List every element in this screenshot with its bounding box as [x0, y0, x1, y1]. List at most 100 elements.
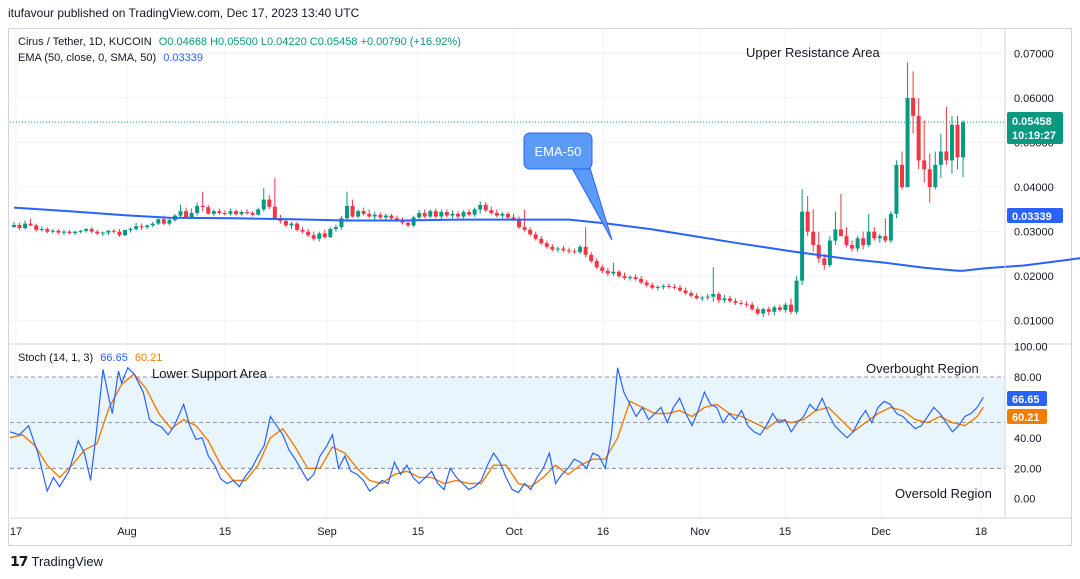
- candle-body: [250, 212, 255, 215]
- legend-stoch-row[interactable]: Stoch (14, 1, 3) 66.65 60.21: [18, 352, 162, 364]
- candle-body: [61, 231, 66, 233]
- stoch-tick-label: 20.00: [1014, 463, 1042, 475]
- price-tick-label: 0.03000: [1014, 227, 1054, 239]
- candle-body: [111, 230, 116, 232]
- price-tick-label: 0.01000: [1014, 316, 1054, 328]
- candle-body: [272, 206, 277, 219]
- candle-body: [411, 217, 416, 226]
- candle-body: [783, 304, 788, 311]
- candle-body: [650, 285, 655, 288]
- price-axis: 0.070000.060000.050000.040000.030000.020…: [1014, 48, 1054, 327]
- candle-body: [838, 229, 843, 237]
- candle-body: [139, 226, 144, 228]
- candle-body: [561, 248, 566, 251]
- candle-body: [578, 246, 583, 253]
- candle-body: [705, 296, 710, 298]
- candle-body: [189, 212, 194, 218]
- candle-body: [472, 209, 477, 215]
- candle-body: [211, 211, 216, 214]
- price-tick-label: 0.04000: [1014, 182, 1054, 194]
- candle-body: [217, 211, 222, 213]
- candle-body: [655, 286, 660, 288]
- candle-body: [722, 298, 727, 301]
- candle-body: [206, 207, 211, 214]
- candle-body: [17, 224, 22, 229]
- candle-body: [644, 282, 649, 286]
- ema-line: [13, 206, 1080, 272]
- candle-body: [222, 212, 227, 214]
- brand-label: TradingView: [31, 554, 104, 569]
- legend-symbol-row[interactable]: Cirus / Tether, 1D, KUCOIN O0.04668 H0.0…: [18, 36, 461, 48]
- candle-body: [933, 164, 938, 188]
- chart-canvas[interactable]: 0.070000.060000.050000.040000.030000.020…: [0, 0, 1080, 579]
- candle-body: [12, 224, 16, 228]
- ema-label: EMA (50, close, 0, SMA, 50): [18, 52, 157, 64]
- candle-body: [428, 211, 433, 217]
- candle-body: [283, 220, 288, 226]
- candle-body: [727, 298, 732, 302]
- candle-body: [444, 212, 449, 216]
- candle-body: [900, 164, 904, 188]
- candle-body: [100, 232, 105, 234]
- candle-body: [161, 219, 166, 224]
- time-tick-label: 15: [779, 526, 791, 538]
- candle-body: [600, 267, 605, 271]
- candle-body: [361, 211, 366, 214]
- oversold-label: Oversold Region: [895, 486, 992, 501]
- candle-body: [855, 238, 860, 249]
- candle-body: [789, 304, 793, 312]
- candle-body: [589, 254, 594, 262]
- time-axis: 17 Aug 15 Sep 15 Oct 16 Nov 15 Dec 18: [10, 526, 987, 538]
- ema-callout[interactable]: EMA-50: [523, 132, 613, 241]
- candle-body: [522, 227, 527, 230]
- candle-body: [433, 211, 438, 217]
- candle-body: [888, 213, 893, 241]
- candle-body: [95, 231, 100, 234]
- candle-body: [478, 204, 483, 210]
- candle-body: [733, 301, 738, 303]
- time-tick-label: 18: [975, 526, 987, 538]
- candle-body: [239, 212, 244, 215]
- overbought-label: Overbought Region: [866, 361, 979, 376]
- candle-body: [716, 294, 721, 301]
- candle-body: [622, 276, 627, 278]
- candle-body: [422, 212, 427, 217]
- candle-body: [150, 223, 155, 226]
- candle-body: [73, 231, 78, 233]
- candle-body: [877, 236, 882, 239]
- candle-body: [178, 211, 183, 216]
- time-tick-label: Nov: [690, 526, 710, 538]
- ema-callout-text: EMA-50: [535, 144, 582, 159]
- candle-body: [145, 225, 150, 228]
- candle-body: [439, 212, 444, 217]
- candle-body: [245, 212, 250, 214]
- upper-resistance-label: Upper Resistance Area: [746, 45, 880, 60]
- candle-body: [383, 215, 388, 218]
- stoch-tick-label: 100.00: [1014, 342, 1048, 354]
- candle-body: [750, 304, 755, 310]
- candle-body: [550, 246, 555, 250]
- candle-body: [50, 230, 55, 232]
- candle-body: [678, 287, 682, 291]
- time-tick-label: Aug: [117, 526, 137, 538]
- candle-body: [39, 228, 44, 230]
- candle-body: [844, 236, 849, 246]
- candle-body: [378, 214, 383, 218]
- candle-body: [23, 223, 28, 229]
- candle-body: [955, 124, 960, 158]
- candle-body: [811, 231, 816, 246]
- candle-body: [611, 271, 616, 274]
- legend-ema-row[interactable]: EMA (50, close, 0, SMA, 50) 0.03339: [18, 52, 203, 64]
- candle-body: [666, 285, 671, 287]
- time-tick-label: 17: [10, 526, 22, 538]
- candle-body: [755, 309, 760, 314]
- footer-brand[interactable]: 𝟭𝟳 TradingView: [10, 553, 103, 570]
- candle-body: [234, 211, 238, 215]
- ema-price-badge: 0.03339: [1007, 208, 1063, 223]
- candle-body: [311, 235, 316, 239]
- candle-body: [106, 230, 111, 233]
- price-tick-label: 0.02000: [1014, 271, 1054, 283]
- candle-body: [567, 250, 571, 252]
- ohlc-values: O0.04668 H0.05500 L0.04220 C0.05458 +0.0…: [158, 36, 461, 48]
- candle-body: [128, 228, 133, 230]
